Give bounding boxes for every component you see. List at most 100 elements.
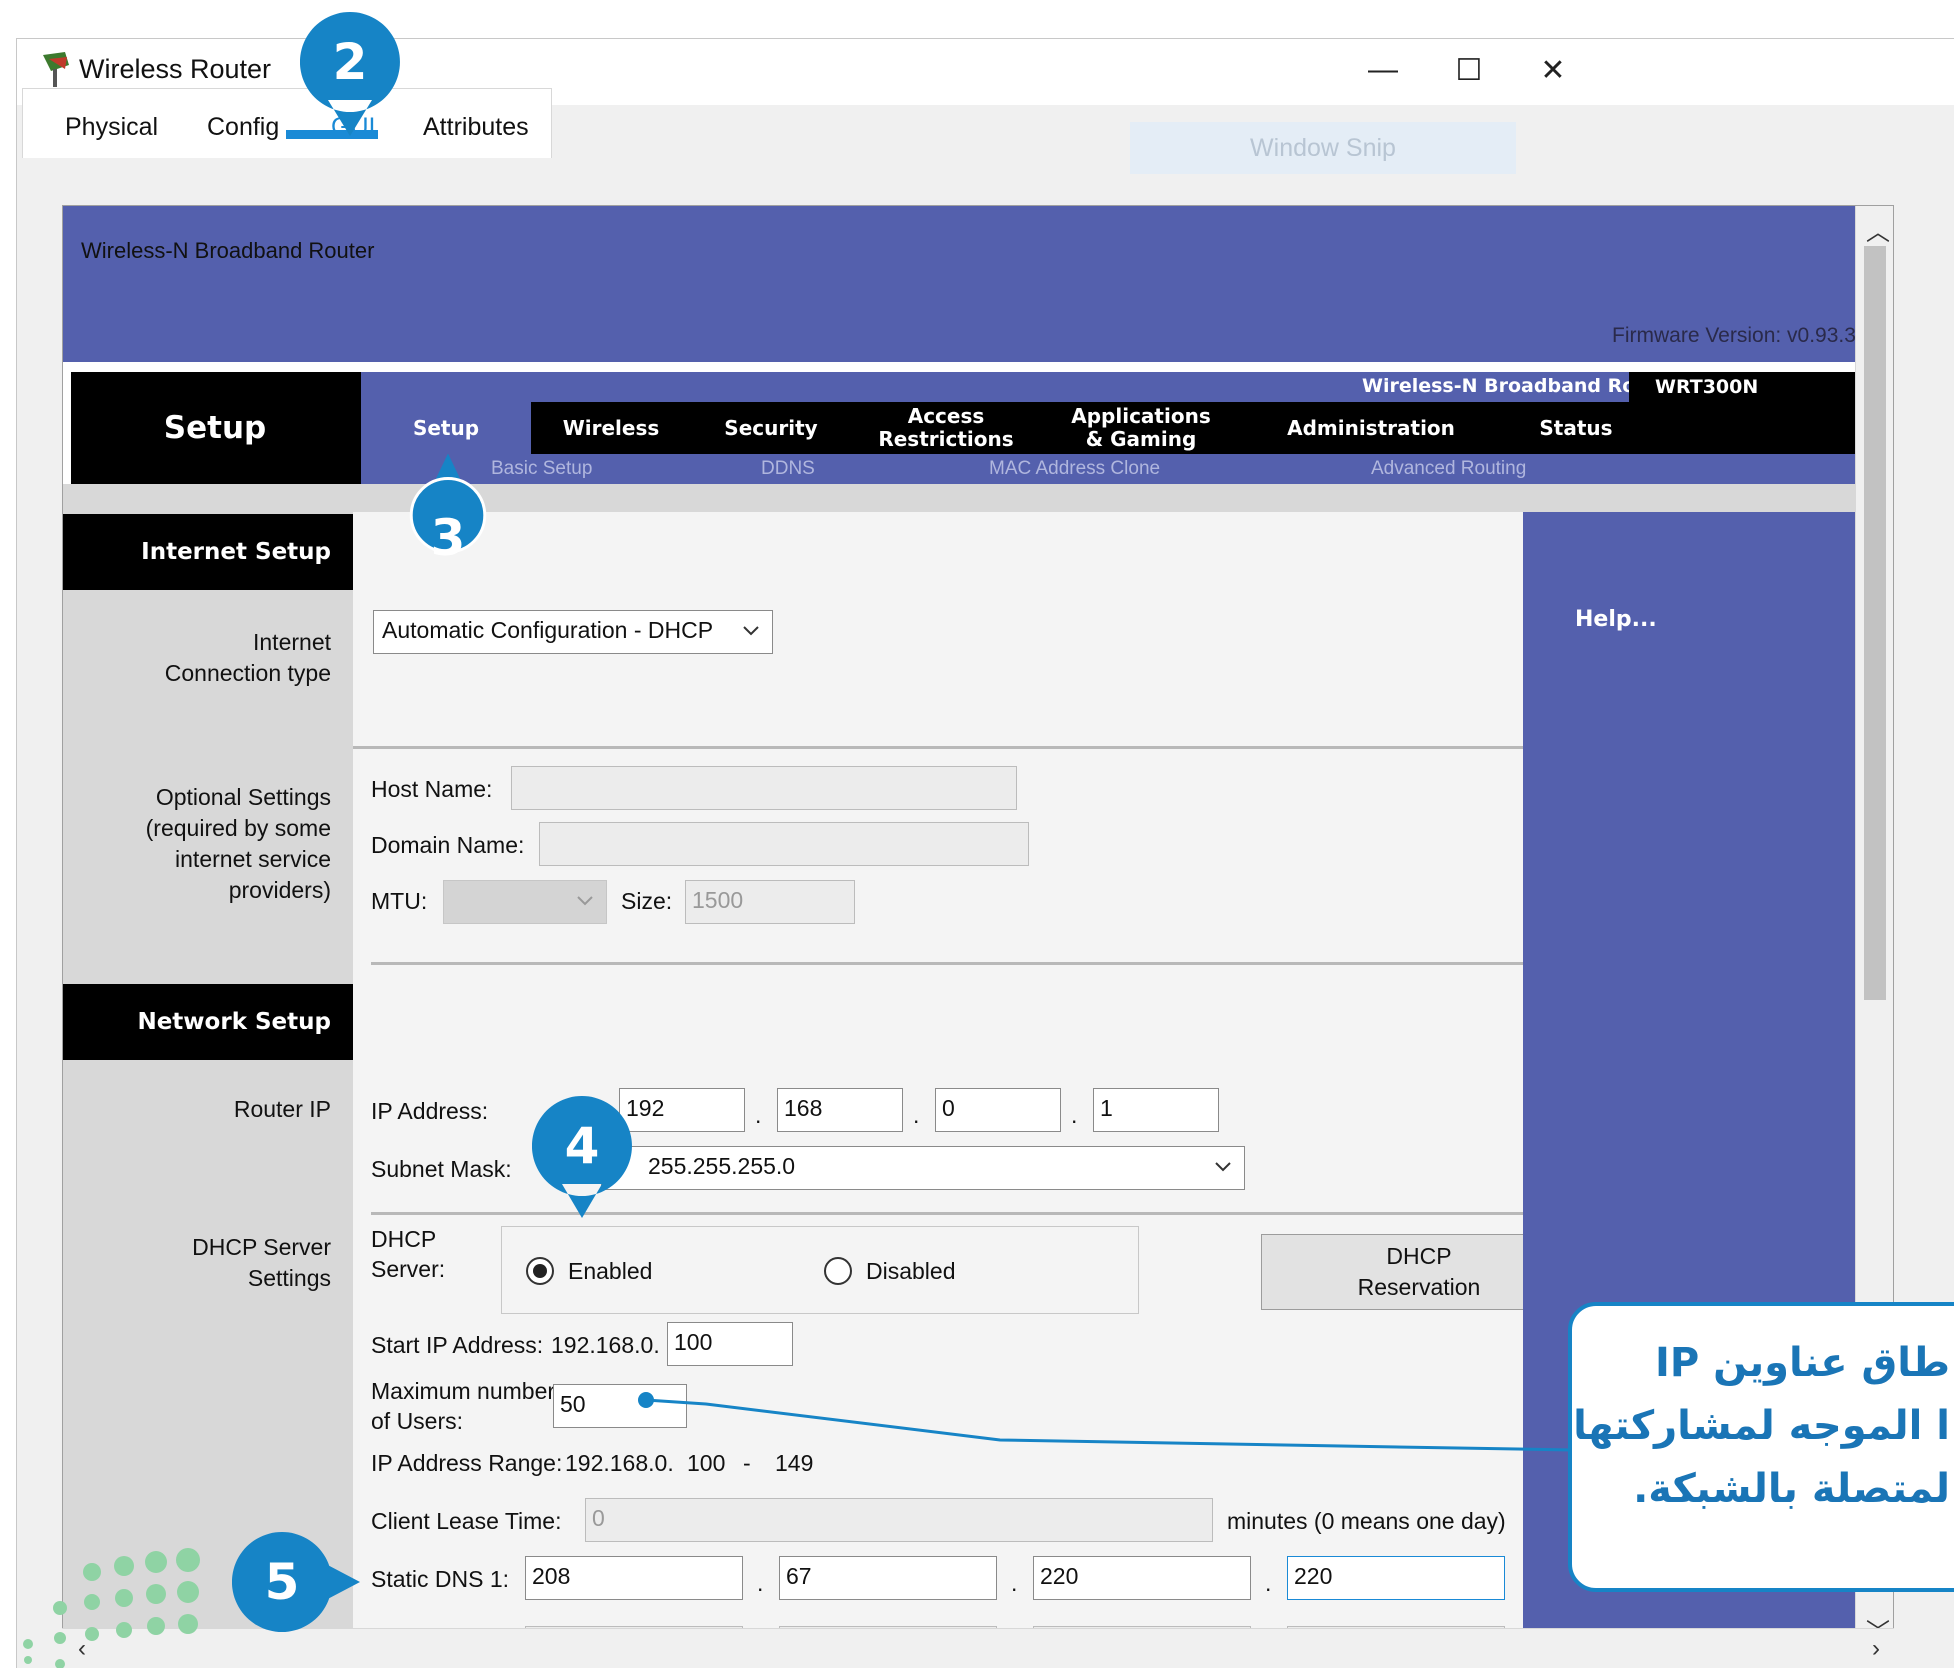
chevron-down-icon [577,896,593,906]
max-users-input[interactable]: 50 [553,1384,687,1428]
ip-range-start: 100 [687,1450,726,1476]
device-tab-bar: Physical Config GUI Attributes [22,88,552,158]
sub-navigation: Basic Setup DDNS MAC Address Clone Advan… [361,454,1893,484]
ip-dot: . [913,1102,920,1128]
tab-config[interactable]: Config [207,113,279,142]
chevron-down-icon [743,626,759,636]
start-ip-label: Start IP Address: [371,1332,544,1358]
step-badge-5: 5 [232,1532,360,1632]
step-number: 3 [430,509,466,567]
connection-type-select[interactable]: Automatic Configuration - DHCP [373,610,773,654]
close-button[interactable]: ✕ [1523,45,1583,95]
page: { "window": { "title": "Wireless Router"… [0,0,1954,1668]
divider [371,962,1523,965]
ip-range-end: 149 [775,1450,814,1476]
mtu-select[interactable] [443,880,607,924]
nav-security[interactable]: Security [691,402,851,454]
host-name-input[interactable] [511,766,1017,810]
chevron-down-icon [1215,1162,1231,1172]
label-column: Internet Setup Internet Connection type … [63,512,353,1649]
callout-line1: طاق عناوين IP [1654,1340,1950,1386]
optional-settings-line4: providers) [228,877,331,903]
nav-applications-gaming[interactable]: Applications & Gaming [1041,402,1241,454]
max-users-line1: Maximum number [371,1378,556,1404]
network-setup-heading: Network Setup [63,984,353,1060]
horizontal-scrollbar[interactable]: ‹ › [62,1628,1894,1668]
internet-setup-heading: Internet Setup [63,514,353,590]
dns-octet-4[interactable]: 220 [1287,1556,1505,1600]
model-strip: Wireless-N Broadband Router WRT300N [361,372,1893,402]
router-navigation: Setup Wireless-N Broadband Router WRT300… [71,372,1893,484]
tab-physical[interactable]: Physical [65,113,158,142]
scroll-up-icon[interactable]: ︿ [1866,212,1890,247]
window-snip-overlay: Window Snip [1130,122,1516,174]
domain-name-input[interactable] [539,822,1029,866]
section-label: Setup [163,410,267,446]
nav-menu: Wireless-N Broadband Router WRT300N Setu… [361,372,1893,484]
nav-apps-line2: & Gaming [1085,427,1197,451]
dhcp-server-label: DHCP Server: [371,1224,445,1284]
dns-dot: . [1011,1570,1018,1596]
subnav-mac-clone[interactable]: MAC Address Clone [989,458,1160,480]
arabic-callout: طاق عناوين IP ا الموجه لمشاركتها لمتصلة … [1568,1302,1954,1592]
dhcp-disabled-radio[interactable] [824,1257,852,1285]
dns-octet-3[interactable]: 220 [1033,1556,1251,1600]
size-label: Size: [621,888,673,914]
nav-access-restrictions[interactable]: Access Restrictions [851,402,1041,454]
mtu-label: MTU: [371,888,428,914]
minimize-button[interactable]: — [1353,45,1413,95]
size-input[interactable]: 1500 [685,880,855,924]
connection-type-label-line1: Internet [253,629,331,655]
ip-octet-3[interactable]: 0 [935,1088,1061,1132]
ip-octet-1[interactable]: 192 [619,1088,745,1132]
firmware-version: Firmware Version: v0.93.3 [1612,324,1856,347]
subnet-mask-label: Subnet Mask: [371,1156,512,1182]
connection-type-label-line2: Connection type [164,660,331,686]
subnav-basic-setup[interactable]: Basic Setup [491,458,592,480]
ip-octet-2[interactable]: 168 [777,1088,903,1132]
ip-octet-4[interactable]: 1 [1093,1088,1219,1132]
start-ip-input[interactable]: 100 [667,1322,793,1366]
dns-dot: . [757,1570,764,1596]
start-ip-prefix: 192.168.0. [551,1332,660,1358]
nav-status[interactable]: Status [1501,402,1651,454]
step-badge-4: 4 [532,1096,632,1218]
nav-wireless[interactable]: Wireless [531,402,691,454]
dns-octet-2[interactable]: 67 [779,1556,997,1600]
nav-main-row: Setup Wireless Security Access Restricti… [361,402,1893,454]
step-badge-2: 2 [300,12,400,136]
tab-attributes[interactable]: Attributes [423,113,529,142]
lease-time-input[interactable]: 0 [585,1498,1213,1542]
dhcp-radio-group: Enabled Disabled [501,1226,1139,1314]
ip-range-dash: - [743,1450,751,1476]
nav-administration[interactable]: Administration [1241,402,1501,454]
divider [353,746,1523,749]
router-banner: Wireless-N Broadband Router Firmware Ver… [63,206,1893,362]
dns-dot: . [1265,1570,1272,1596]
subnav-advanced-routing[interactable]: Advanced Routing [1371,458,1526,480]
nav-apps-line1: Applications [1071,404,1211,428]
static-dns-label: Static DNS 1: [371,1566,510,1592]
max-users-line2: of Users: [371,1408,464,1434]
callout-line3: لمتصلة بالشبكة. [1633,1466,1950,1512]
maximize-button[interactable]: ☐ [1439,45,1499,95]
dns-octet-1[interactable]: 208 [525,1556,743,1600]
step-badge-3: 3 [398,453,498,588]
help-link[interactable]: Help... [1575,607,1657,632]
optional-settings-line1: Optional Settings [155,784,331,810]
scrollbar-thumb[interactable] [1864,246,1886,1000]
step-number: 4 [564,1117,600,1175]
settings-form: Automatic Configuration - DHCP Host Name… [353,512,1577,1649]
optional-settings-label: Optional Settings (required by some inte… [146,782,331,906]
dhcp-enabled-radio[interactable] [526,1257,554,1285]
step-number: 5 [264,1553,300,1611]
lease-time-note: minutes (0 means one day) [1227,1508,1506,1534]
subnet-mask-select[interactable]: 255.255.255.0 [601,1146,1245,1190]
optional-settings-line3: internet service [175,846,331,872]
max-users-label: Maximum number of Users: [371,1376,555,1436]
ip-address-label: IP Address: [371,1098,489,1124]
subnav-ddns[interactable]: DDNS [761,458,815,480]
nav-setup[interactable]: Setup [361,402,531,454]
subnet-mask-value: 255.255.255.0 [648,1153,796,1179]
scroll-right-icon[interactable]: › [1872,1635,1880,1663]
